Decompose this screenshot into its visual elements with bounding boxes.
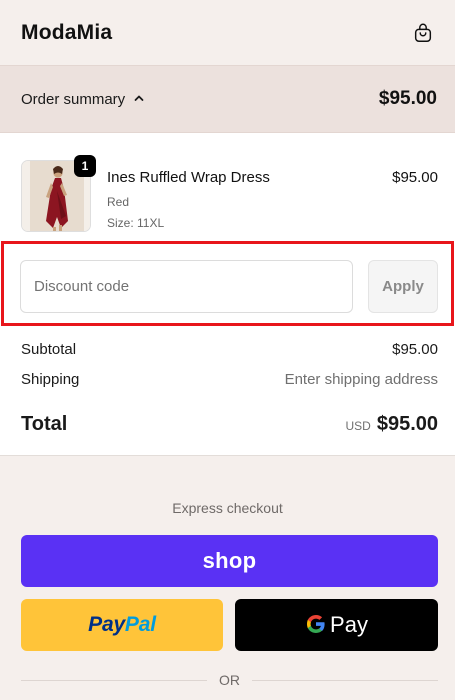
shipping-value: Enter shipping address: [284, 370, 438, 388]
paypal-logo: PayPal: [88, 613, 156, 637]
order-summary-label: Order summary: [21, 90, 126, 108]
or-divider: OR: [21, 670, 438, 690]
subtotal-row: Subtotal $95.00: [21, 338, 438, 360]
item-price: $95.00: [392, 169, 438, 186]
google-g-icon: [305, 613, 327, 638]
express-checkout-label: Express checkout: [172, 500, 283, 516]
summary-total: $95.00: [378, 88, 437, 109]
order-summary-toggle[interactable]: Order summary: [21, 91, 145, 108]
order-summary-bar: Order summary $95.00: [0, 65, 455, 133]
item-color: Red: [107, 195, 130, 209]
shop-pay-logo: shop: [202, 548, 257, 573]
shipping-label: Shipping: [21, 370, 80, 388]
discount-code-input[interactable]: [20, 260, 353, 313]
order-summary-panel: 1 Ines Ruffled Wrap Dress Red Size: 11XL…: [0, 133, 455, 456]
divider-line-left: [21, 679, 207, 681]
shop-pay-button[interactable]: shop: [21, 535, 438, 587]
total-label: Total: [21, 412, 68, 435]
subtotal-value: $95.00: [392, 340, 438, 358]
quantity-badge: 1: [74, 155, 96, 177]
divider-line-right: [252, 679, 438, 681]
item-name: Ines Ruffled Wrap Dress: [107, 169, 270, 186]
line-item: 1 Ines Ruffled Wrap Dress Red Size: 11XL…: [21, 155, 438, 236]
chevron-up-icon: [133, 91, 145, 108]
brand-logo[interactable]: ModaMia: [21, 21, 112, 45]
or-label: OR: [219, 672, 240, 688]
total-row: Total USD $95.00: [21, 409, 438, 439]
shipping-row: Shipping Enter shipping address: [21, 368, 438, 390]
apply-discount-button[interactable]: Apply: [368, 260, 438, 313]
paypal-button[interactable]: PayPal: [21, 599, 223, 651]
paypal-logo-part-b: Pal: [124, 613, 156, 636]
total-value: $95.00: [376, 412, 438, 435]
paypal-logo-part-a: Pay: [88, 613, 125, 636]
header: ModaMia: [0, 0, 455, 65]
shopping-bag-icon[interactable]: [411, 21, 435, 45]
google-pay-label: Pay: [330, 612, 368, 637]
currency-code: USD: [345, 418, 371, 433]
total-amount: USD $95.00: [345, 413, 438, 436]
item-size: Size: 11XL: [107, 216, 165, 230]
subtotal-label: Subtotal: [21, 340, 77, 358]
item-info: Ines Ruffled Wrap Dress Red Size: 11XL: [107, 169, 270, 234]
google-pay-button[interactable]: Pay: [235, 599, 438, 651]
